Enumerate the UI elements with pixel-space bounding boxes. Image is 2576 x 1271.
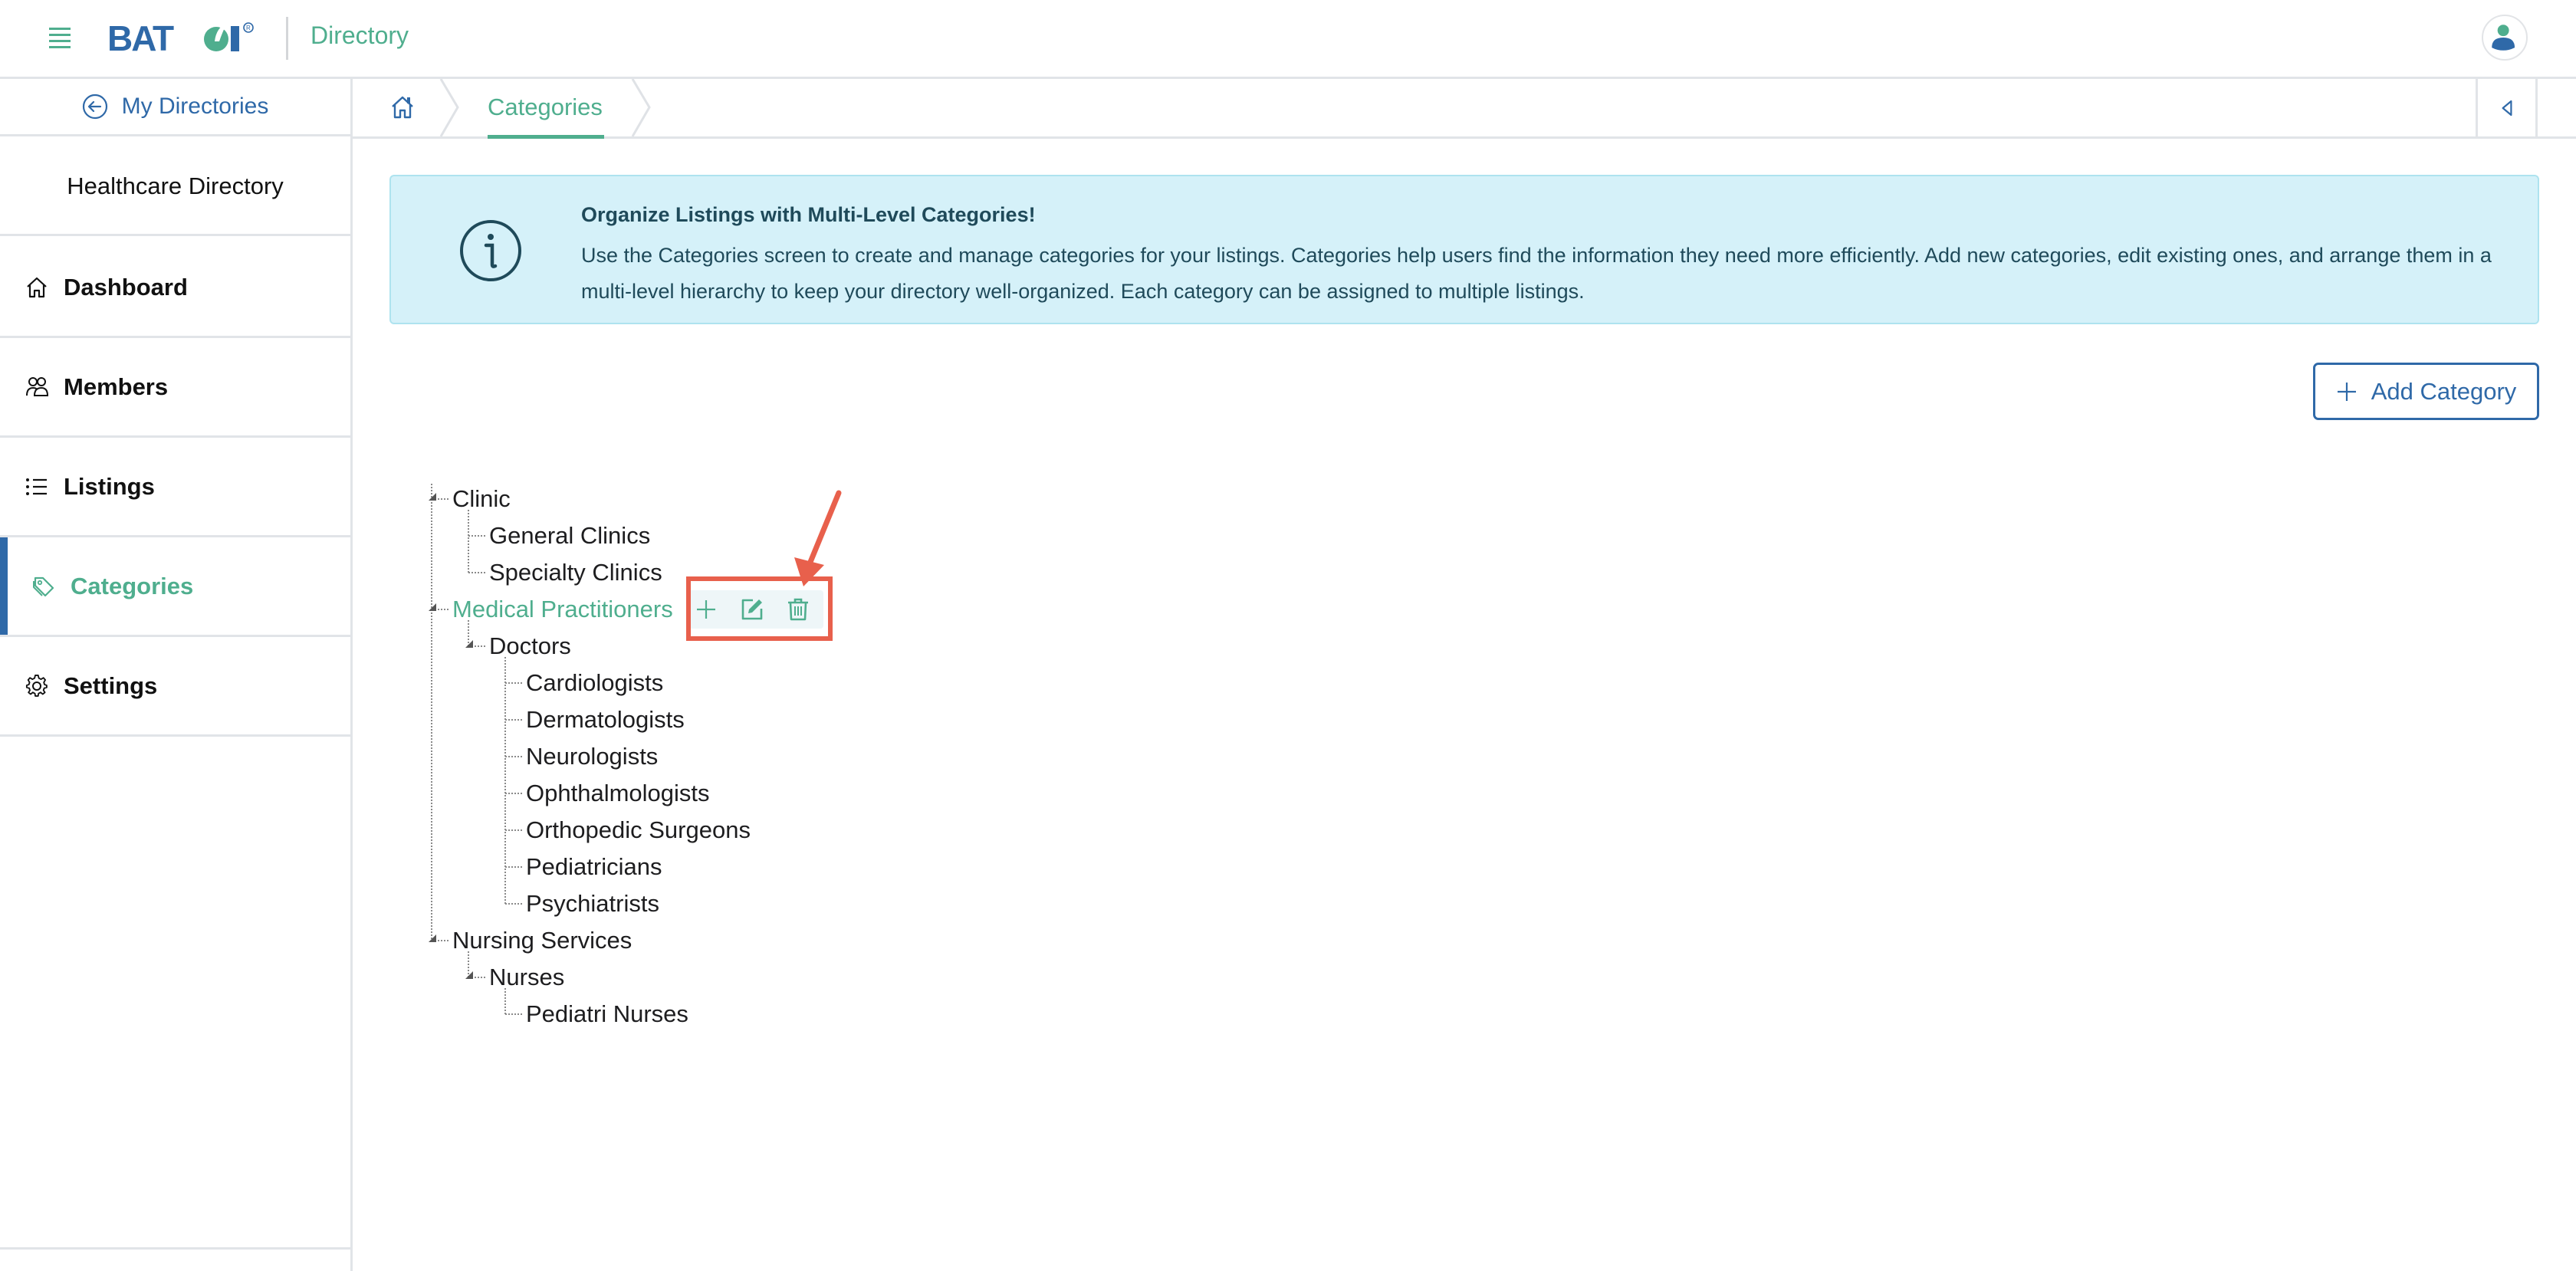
tree-node[interactable]: Pediatricians — [526, 849, 662, 885]
sidebar-item-categories[interactable]: Categories — [0, 537, 350, 637]
info-body: Use the Categories screen to create and … — [581, 244, 2492, 303]
tree-node-label: Doctors — [489, 632, 571, 659]
hamburger-line — [49, 34, 71, 36]
tree-node-label: General Clinics — [489, 522, 651, 549]
breadcrumb-separator-icon — [631, 79, 651, 136]
tree-node[interactable]: Clinic — [452, 481, 511, 517]
trash-icon — [788, 598, 808, 621]
tree-node[interactable]: Dermatologists — [526, 701, 685, 738]
app-name: Directory — [310, 21, 409, 49]
header-divider — [286, 17, 288, 60]
tree-node[interactable]: Nurses — [489, 959, 564, 996]
directory-name: Healthcare Directory — [0, 139, 350, 236]
home-icon — [27, 277, 47, 297]
tree-node-label: Pediatricians — [526, 853, 662, 880]
svg-text:R: R — [246, 25, 251, 31]
breadcrumb-home-button[interactable] — [389, 94, 416, 120]
gear-icon — [25, 674, 48, 697]
collapse-toggle-icon[interactable] — [464, 970, 475, 980]
top-header: BAT R Directory — [0, 0, 2576, 79]
breadcrumb-separator-icon — [439, 79, 459, 136]
triangle-left-icon — [2502, 100, 2512, 116]
hamburger-line — [49, 46, 71, 48]
plus-icon — [697, 600, 715, 619]
breadcrumb-active-indicator — [488, 135, 604, 139]
collapse-panel-button[interactable] — [2476, 79, 2538, 136]
tree-node-label: Dermatologists — [526, 706, 685, 733]
hamburger-line — [49, 40, 71, 42]
tree-node[interactable]: Doctors — [489, 628, 571, 665]
hamburger-menu-button[interactable] — [49, 28, 71, 48]
tree-node-label: Ophthalmologists — [526, 780, 710, 806]
sidebar-item-listings[interactable]: Listings — [0, 438, 350, 537]
my-directories-link[interactable]: My Directories — [0, 79, 350, 136]
tree-node-label: Neurologists — [526, 743, 659, 770]
edit-category-button[interactable] — [738, 595, 767, 624]
collapse-toggle-icon[interactable] — [427, 602, 438, 613]
arrow-left-circle-icon — [82, 94, 107, 120]
sidebar: My Directories Healthcare Directory Dash… — [0, 79, 353, 1271]
add-subcategory-button[interactable] — [692, 595, 721, 624]
breadcrumb: Categories — [353, 79, 2576, 139]
batoi-logo[interactable]: BAT R — [107, 18, 264, 57]
tree-node[interactable]: Specialty Clinics — [489, 554, 662, 591]
tree-node-label: Clinic — [452, 485, 511, 512]
delete-category-button[interactable] — [784, 595, 813, 624]
list-icon — [26, 478, 47, 495]
tree-node-label: Nurses — [489, 964, 565, 990]
sidebar-nav: Dashboard Members Listings Categories Se… — [0, 238, 350, 737]
add-category-label: Add Category — [2371, 377, 2517, 405]
tree-node-label: Medical Practitioners — [452, 596, 673, 622]
hamburger-line — [49, 28, 71, 30]
edit-icon — [741, 599, 763, 620]
sidebar-item-settings[interactable]: Settings — [0, 637, 350, 737]
sidebar-item-label: Dashboard — [64, 273, 188, 301]
breadcrumb-current[interactable]: Categories — [488, 94, 603, 121]
tree-node[interactable]: Psychiatrists — [526, 885, 659, 922]
info-banner: Organize Listings with Multi-Level Categ… — [389, 175, 2539, 324]
tree-node[interactable]: General Clinics — [489, 517, 650, 554]
collapse-toggle-icon[interactable] — [427, 491, 438, 502]
sidebar-item-label: Listings — [64, 472, 155, 500]
sidebar-item-label: Categories — [71, 572, 194, 599]
users-icon — [26, 376, 48, 396]
tree-node[interactable]: Nursing Services — [452, 922, 632, 959]
tree-node[interactable]: Orthopedic Surgeons — [526, 812, 751, 849]
node-actions-toolbar — [687, 590, 823, 629]
svg-text:BAT: BAT — [107, 18, 174, 57]
user-avatar-icon — [2492, 25, 2515, 51]
user-avatar-button[interactable] — [2482, 15, 2528, 61]
tag-icon — [33, 576, 54, 596]
sidebar-divider — [0, 1247, 350, 1250]
info-title: Organize Listings with Multi-Level Categ… — [581, 203, 1036, 226]
sidebar-item-label: Members — [64, 373, 169, 400]
tree-node-label: Orthopedic Surgeons — [526, 816, 751, 843]
tree-node-label: Cardiologists — [526, 669, 664, 696]
my-directories-label: My Directories — [121, 94, 269, 119]
tree-node-label: Psychiatrists — [526, 890, 659, 917]
sidebar-item-dashboard[interactable]: Dashboard — [0, 238, 350, 338]
plus-icon — [2337, 382, 2356, 401]
add-category-button[interactable]: Add Category — [2313, 363, 2539, 420]
tree-node[interactable]: Medical Practitioners — [452, 591, 673, 628]
collapse-toggle-icon[interactable] — [464, 639, 475, 649]
tree-node-label: Pediatri Nurses — [526, 1000, 688, 1027]
tree-node[interactable]: Cardiologists — [526, 665, 663, 701]
tree-node[interactable]: Ophthalmologists — [526, 775, 710, 812]
sidebar-item-label: Settings — [64, 672, 158, 699]
tree-node-label: Specialty Clinics — [489, 559, 662, 586]
collapse-toggle-icon[interactable] — [427, 933, 438, 944]
info-icon — [460, 220, 521, 281]
sidebar-item-members[interactable]: Members — [0, 338, 350, 438]
tree-node[interactable]: Neurologists — [526, 738, 658, 775]
tree-node-label: Nursing Services — [452, 927, 632, 954]
tree-node[interactable]: Pediatri Nurses — [526, 996, 688, 1033]
